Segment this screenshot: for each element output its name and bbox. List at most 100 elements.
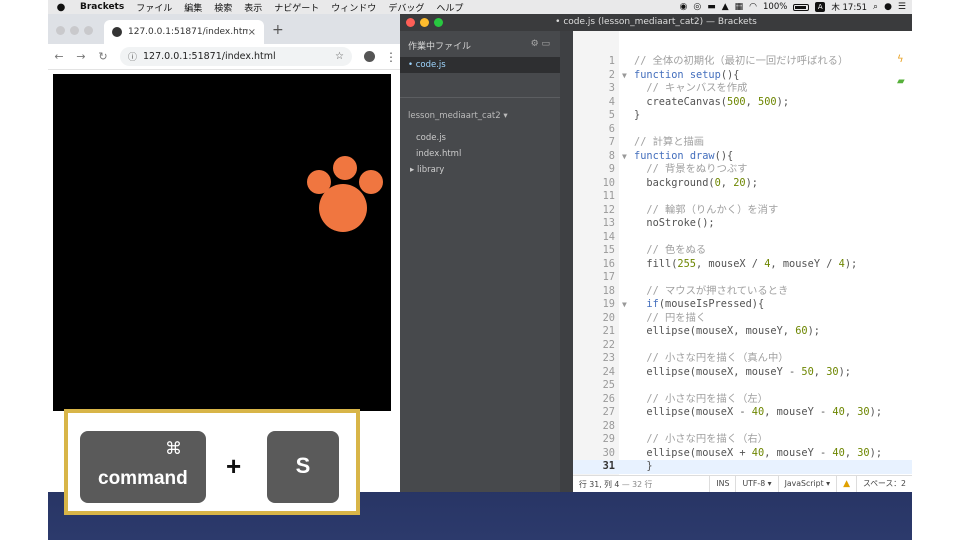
menu-find[interactable]: 検索 [208, 1, 238, 14]
code-line[interactable]: 15 // 色をぬる [573, 244, 912, 258]
window-zoom-button[interactable] [84, 26, 93, 35]
p5-canvas[interactable] [53, 74, 391, 411]
working-files-settings-icon[interactable]: ⚙ ▭ [531, 39, 550, 49]
clock[interactable]: 木 17:51 [831, 1, 867, 13]
code-line[interactable]: 10 background(0, 20); [573, 177, 912, 191]
wifi-icon[interactable]: ◠ [749, 2, 757, 12]
code-line[interactable]: 8 ▼ function draw(){ [573, 150, 912, 164]
reload-icon[interactable]: ↻ [92, 50, 114, 63]
fold-arrow-icon[interactable]: ▼ [622, 69, 627, 83]
shortcut-overlay: ⌘ command + S [64, 409, 360, 515]
brackets-close-button[interactable] [406, 18, 415, 27]
keyboard-icon[interactable]: ▦ [735, 2, 744, 12]
menu-window[interactable]: ウィンドウ [325, 1, 382, 14]
lint-warning-icon[interactable]: ▲ [836, 475, 856, 492]
code-line[interactable]: 9 // 背景をぬりつぶす [573, 163, 912, 177]
language-dropdown[interactable]: JavaScript ▾ [777, 475, 836, 492]
code-line[interactable]: 21 ellipse(mouseX, mouseY, 60); [573, 325, 912, 339]
back-arrow-icon[interactable]: ← [48, 50, 70, 63]
code-line[interactable]: 22 [573, 339, 912, 353]
status-icon-1[interactable]: ◉ [679, 2, 687, 12]
code-line[interactable]: 4 createCanvas(500, 500); [573, 96, 912, 110]
code-line[interactable]: 26 // 小さな円を描く（左） [573, 393, 912, 407]
project-dropdown[interactable]: lesson_mediaart_cat2 ▾ [408, 111, 508, 121]
code-line[interactable]: 20 // 円を描く [573, 312, 912, 326]
extension-manager-icon[interactable]: ▰ [897, 76, 905, 87]
code-line[interactable]: 30 ellipse(mouseX + 40, mouseY - 40, 30)… [573, 447, 912, 461]
cursor-position-text: 行 31, 列 4 [579, 479, 620, 489]
live-preview-icon[interactable]: ϟ [897, 54, 904, 65]
encoding-dropdown[interactable]: UTF-8 ▾ [735, 475, 777, 492]
menu-edit[interactable]: 編集 [178, 1, 208, 14]
bookmark-star-icon[interactable]: ☆ [335, 51, 344, 62]
notification-center-icon[interactable]: ☰ [898, 2, 906, 12]
spotlight-icon[interactable]: ⌕ [873, 2, 878, 12]
insert-mode[interactable]: INS [709, 475, 735, 492]
code-line[interactable]: 12 // 輪郭（りんかく）を消す [573, 204, 912, 218]
url-text[interactable]: 127.0.0.1:51871/index.html [143, 51, 335, 62]
fold-arrow-icon[interactable]: ▼ [622, 298, 627, 312]
status-icon-2[interactable]: ◎ [693, 2, 701, 12]
indent-spaces[interactable]: スペース：2 [855, 475, 912, 492]
code-line[interactable]: 2 ▼ function setup(){ [573, 69, 912, 83]
brackets-zoom-button[interactable] [434, 18, 443, 27]
code-line[interactable]: 24 ellipse(mouseX, mouseY - 50, 30); [573, 366, 912, 380]
code-line[interactable]: 5} [573, 109, 912, 123]
fold-arrow-icon[interactable]: ▼ [622, 150, 627, 164]
sidebar-resizer[interactable] [560, 31, 573, 492]
window-minimize-button[interactable] [70, 26, 79, 35]
code-line[interactable]: 18 // マウスが押されているとき [573, 285, 912, 299]
input-source-icon[interactable]: A [815, 2, 826, 12]
more-menu-icon[interactable]: ⋮ [385, 50, 397, 64]
code-text: ellipse(mouseX, mouseY, 60); [634, 325, 820, 337]
code-line[interactable]: 17 [573, 271, 912, 285]
code-line[interactable]: 3 // キャンバスを作成 [573, 82, 912, 96]
battery-percent: 100% [763, 2, 788, 12]
line-number: 24 [602, 365, 615, 378]
code-line[interactable]: 13 noStroke(); [573, 217, 912, 231]
tree-item-library[interactable]: ▸ library [410, 165, 444, 175]
working-file-code-js[interactable]: • code.js [400, 57, 560, 73]
line-count: — 32 行 [621, 479, 653, 489]
browser-tab[interactable]: 127.0.0.1:51871/index.html × [104, 20, 264, 44]
code-line[interactable]: 16 fill(255, mouseX / 4, mouseY / 4); [573, 258, 912, 272]
code-line[interactable]: 11 [573, 190, 912, 204]
code-line[interactable]: 25 [573, 379, 912, 393]
menu-navigate[interactable]: ナビゲート [268, 1, 325, 14]
menu-help[interactable]: ヘルプ [430, 1, 469, 14]
code-line[interactable]: 27 ellipse(mouseX - 40, mouseY - 40, 30)… [573, 406, 912, 420]
code-line[interactable]: 1 // 全体の初期化（最初に一回だけ呼ばれる） [573, 55, 912, 69]
code-line[interactable]: 28 [573, 420, 912, 434]
code-line[interactable]: 19 ▼ if(mouseIsPressed){ [573, 298, 912, 312]
code-text: // キャンバスを作成 [634, 82, 748, 94]
code-line[interactable]: 6 [573, 123, 912, 137]
cursor-position[interactable]: 行 31, 列 4 — 32 行 [573, 479, 709, 490]
status-icon-3[interactable]: ▬ [707, 2, 716, 12]
code-line[interactable]: 29 // 小さな円を描く（右） [573, 433, 912, 447]
apple-icon[interactable]: ● [48, 2, 74, 13]
working-files-title: 作業中ファイル [408, 42, 472, 52]
code-line[interactable]: 14 [573, 231, 912, 245]
url-field[interactable]: ⓘ 127.0.0.1:51871/index.html ☆ [120, 47, 352, 66]
account-icon[interactable] [364, 51, 375, 62]
line-number: 4 [608, 95, 615, 108]
menu-view[interactable]: 表示 [238, 1, 268, 14]
siri-icon[interactable]: ● [884, 2, 892, 12]
close-tab-icon[interactable]: × [248, 27, 256, 38]
brackets-minimize-button[interactable] [420, 18, 429, 27]
forward-arrow-icon[interactable]: → [70, 50, 92, 63]
window-close-button[interactable] [56, 26, 65, 35]
code-line[interactable]: 23 // 小さな円を描く（真ん中） [573, 352, 912, 366]
tree-item-index-html[interactable]: index.html [416, 149, 461, 159]
battery-icon[interactable] [793, 3, 810, 11]
code-line[interactable]: 7 // 計算と描画 [573, 136, 912, 150]
menu-debug[interactable]: デバッグ [382, 1, 430, 14]
code-editor[interactable]: 1 // 全体の初期化（最初に一回だけ呼ばれる） 2 ▼ function setup(… [573, 31, 912, 486]
bell-icon[interactable]: ▲ [722, 2, 729, 12]
site-info-icon[interactable]: ⓘ [128, 50, 137, 63]
code-line[interactable]: 31 } [573, 460, 912, 474]
menu-file[interactable]: ファイル [130, 1, 178, 14]
new-tab-button[interactable]: + [272, 22, 284, 38]
menu-app-name[interactable]: Brackets [74, 2, 130, 12]
tree-item-code-js[interactable]: code.js [416, 133, 446, 143]
